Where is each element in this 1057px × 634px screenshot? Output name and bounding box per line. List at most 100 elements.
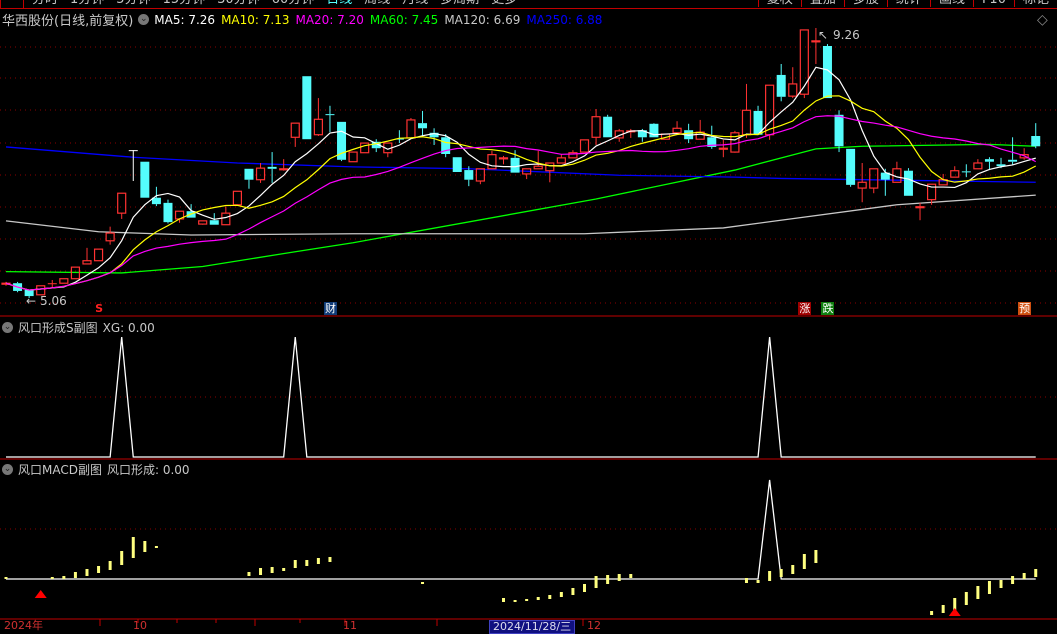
candle-body — [406, 119, 416, 139]
candle — [255, 163, 266, 183]
ma-label: MA5: 7.26 — [154, 12, 216, 27]
candle-body — [533, 165, 543, 170]
candle — [232, 190, 242, 206]
tab-1[interactable]: 1分钟 — [64, 0, 110, 7]
candle — [163, 199, 173, 224]
candle — [892, 161, 902, 183]
event-marker[interactable]: 跌 — [821, 302, 835, 315]
candle-body — [348, 151, 358, 163]
tab-10[interactable]: 更多 — [485, 0, 523, 7]
macd-bar — [629, 574, 633, 578]
panel3-title: 风口MACD副图 — [18, 463, 102, 477]
event-marker[interactable]: 财 — [323, 302, 337, 315]
macd-bar — [779, 569, 783, 577]
high-price-annotation: ↖ — [818, 28, 828, 42]
chevron-down-icon[interactable]: ⌄ — [2, 464, 13, 475]
candle — [765, 84, 775, 140]
candle-body — [741, 109, 752, 136]
candle-body — [903, 170, 913, 196]
candle — [418, 110, 428, 138]
tab-3[interactable]: 15分钟 — [157, 0, 212, 7]
tab-4[interactable]: 30分钟 — [211, 0, 266, 7]
macd-bar — [305, 560, 309, 566]
macd-bar — [154, 546, 158, 548]
candle-body — [788, 83, 798, 97]
candle — [522, 168, 532, 180]
event-marker[interactable]: S — [93, 302, 106, 315]
toolbar-button-6[interactable]: 标记 — [1013, 0, 1057, 7]
toolbar-button-5[interactable]: F10 — [972, 0, 1014, 7]
candle — [846, 148, 856, 187]
macd-bar — [73, 572, 77, 578]
macd-bar — [1022, 573, 1026, 579]
candle-body — [360, 142, 370, 154]
tab-7[interactable]: 周线 — [358, 0, 396, 7]
toolbar-button-1[interactable]: 叠加 — [800, 0, 844, 7]
candle-body — [961, 171, 971, 173]
candle — [47, 280, 57, 288]
candle — [267, 152, 277, 183]
macd-bar — [421, 582, 425, 584]
tab-6[interactable]: 日线 — [320, 0, 358, 7]
candle — [533, 150, 543, 170]
tab-9[interactable]: 多周期 — [434, 0, 485, 7]
candle-body — [950, 170, 960, 178]
candle-body — [267, 166, 277, 169]
ma-label: MA20: 7.20 — [295, 12, 364, 27]
macd-bar — [617, 574, 621, 581]
candle — [950, 166, 960, 178]
candle — [82, 247, 92, 265]
candle — [383, 142, 393, 158]
low-price-label: 5.06 — [40, 294, 67, 308]
macd-bar — [987, 581, 991, 594]
macd-bar — [999, 580, 1003, 588]
macd-bar — [941, 605, 945, 613]
candle — [406, 118, 416, 139]
tab-2[interactable]: 5分钟 — [110, 0, 156, 7]
low-price-annotation: ← — [26, 294, 36, 308]
candle-body — [579, 139, 590, 153]
tab-5[interactable]: 60分钟 — [266, 0, 321, 7]
candle-body — [603, 116, 613, 138]
chevron-down-icon[interactable]: ⌄ — [138, 14, 150, 25]
candle — [429, 128, 439, 145]
candle-body — [857, 181, 867, 189]
candle — [244, 168, 254, 189]
chevron-down-icon[interactable]: ⌄ — [2, 322, 13, 333]
candle — [788, 67, 798, 99]
macd-bar — [316, 558, 320, 564]
macd-bar — [606, 575, 610, 584]
panel2-title: 风口形成S副图 — [18, 321, 98, 335]
macd-bar — [536, 597, 540, 600]
tab-0[interactable]: 分时 — [26, 0, 64, 7]
candle-body — [452, 157, 462, 172]
candle — [302, 76, 312, 140]
candle — [857, 163, 867, 203]
main-chart-legend: 华西股份(日线,前复权) ⌄ MA5: 7.26 MA10: 7.13 MA20: … — [2, 10, 602, 30]
diamond-icon[interactable]: ◇ — [1037, 12, 1048, 28]
ma-label: MA60: 7.45 — [369, 12, 439, 27]
candle-body — [163, 202, 173, 223]
candle-body — [799, 29, 809, 95]
toolbar-button-2[interactable]: 多股 — [843, 0, 887, 7]
toolbar-button-4[interactable]: 画线 — [929, 0, 973, 7]
candle — [221, 206, 231, 226]
macd-bar — [791, 565, 795, 574]
toolbar-button-3[interactable]: 统计 — [886, 0, 930, 7]
candle-body — [221, 212, 231, 226]
macd-bar — [62, 576, 66, 579]
tab-8[interactable]: 月线 — [396, 0, 434, 7]
candle-body — [209, 220, 219, 225]
candle-body — [302, 76, 312, 140]
toolbar-button-0[interactable]: 复权 — [757, 0, 801, 7]
candle — [394, 130, 404, 144]
event-marker[interactable]: 涨 — [798, 302, 812, 315]
chart-canvas[interactable]: ↖ ← ◇ — [0, 0, 1057, 626]
macd-bar — [571, 588, 575, 595]
event-marker[interactable]: 预 — [1018, 302, 1032, 315]
macd-bar — [802, 554, 806, 569]
menu-box-icon[interactable] — [0, 0, 24, 8]
macd-bar — [814, 550, 818, 563]
candle-body — [59, 278, 69, 284]
candle-body — [244, 168, 254, 180]
